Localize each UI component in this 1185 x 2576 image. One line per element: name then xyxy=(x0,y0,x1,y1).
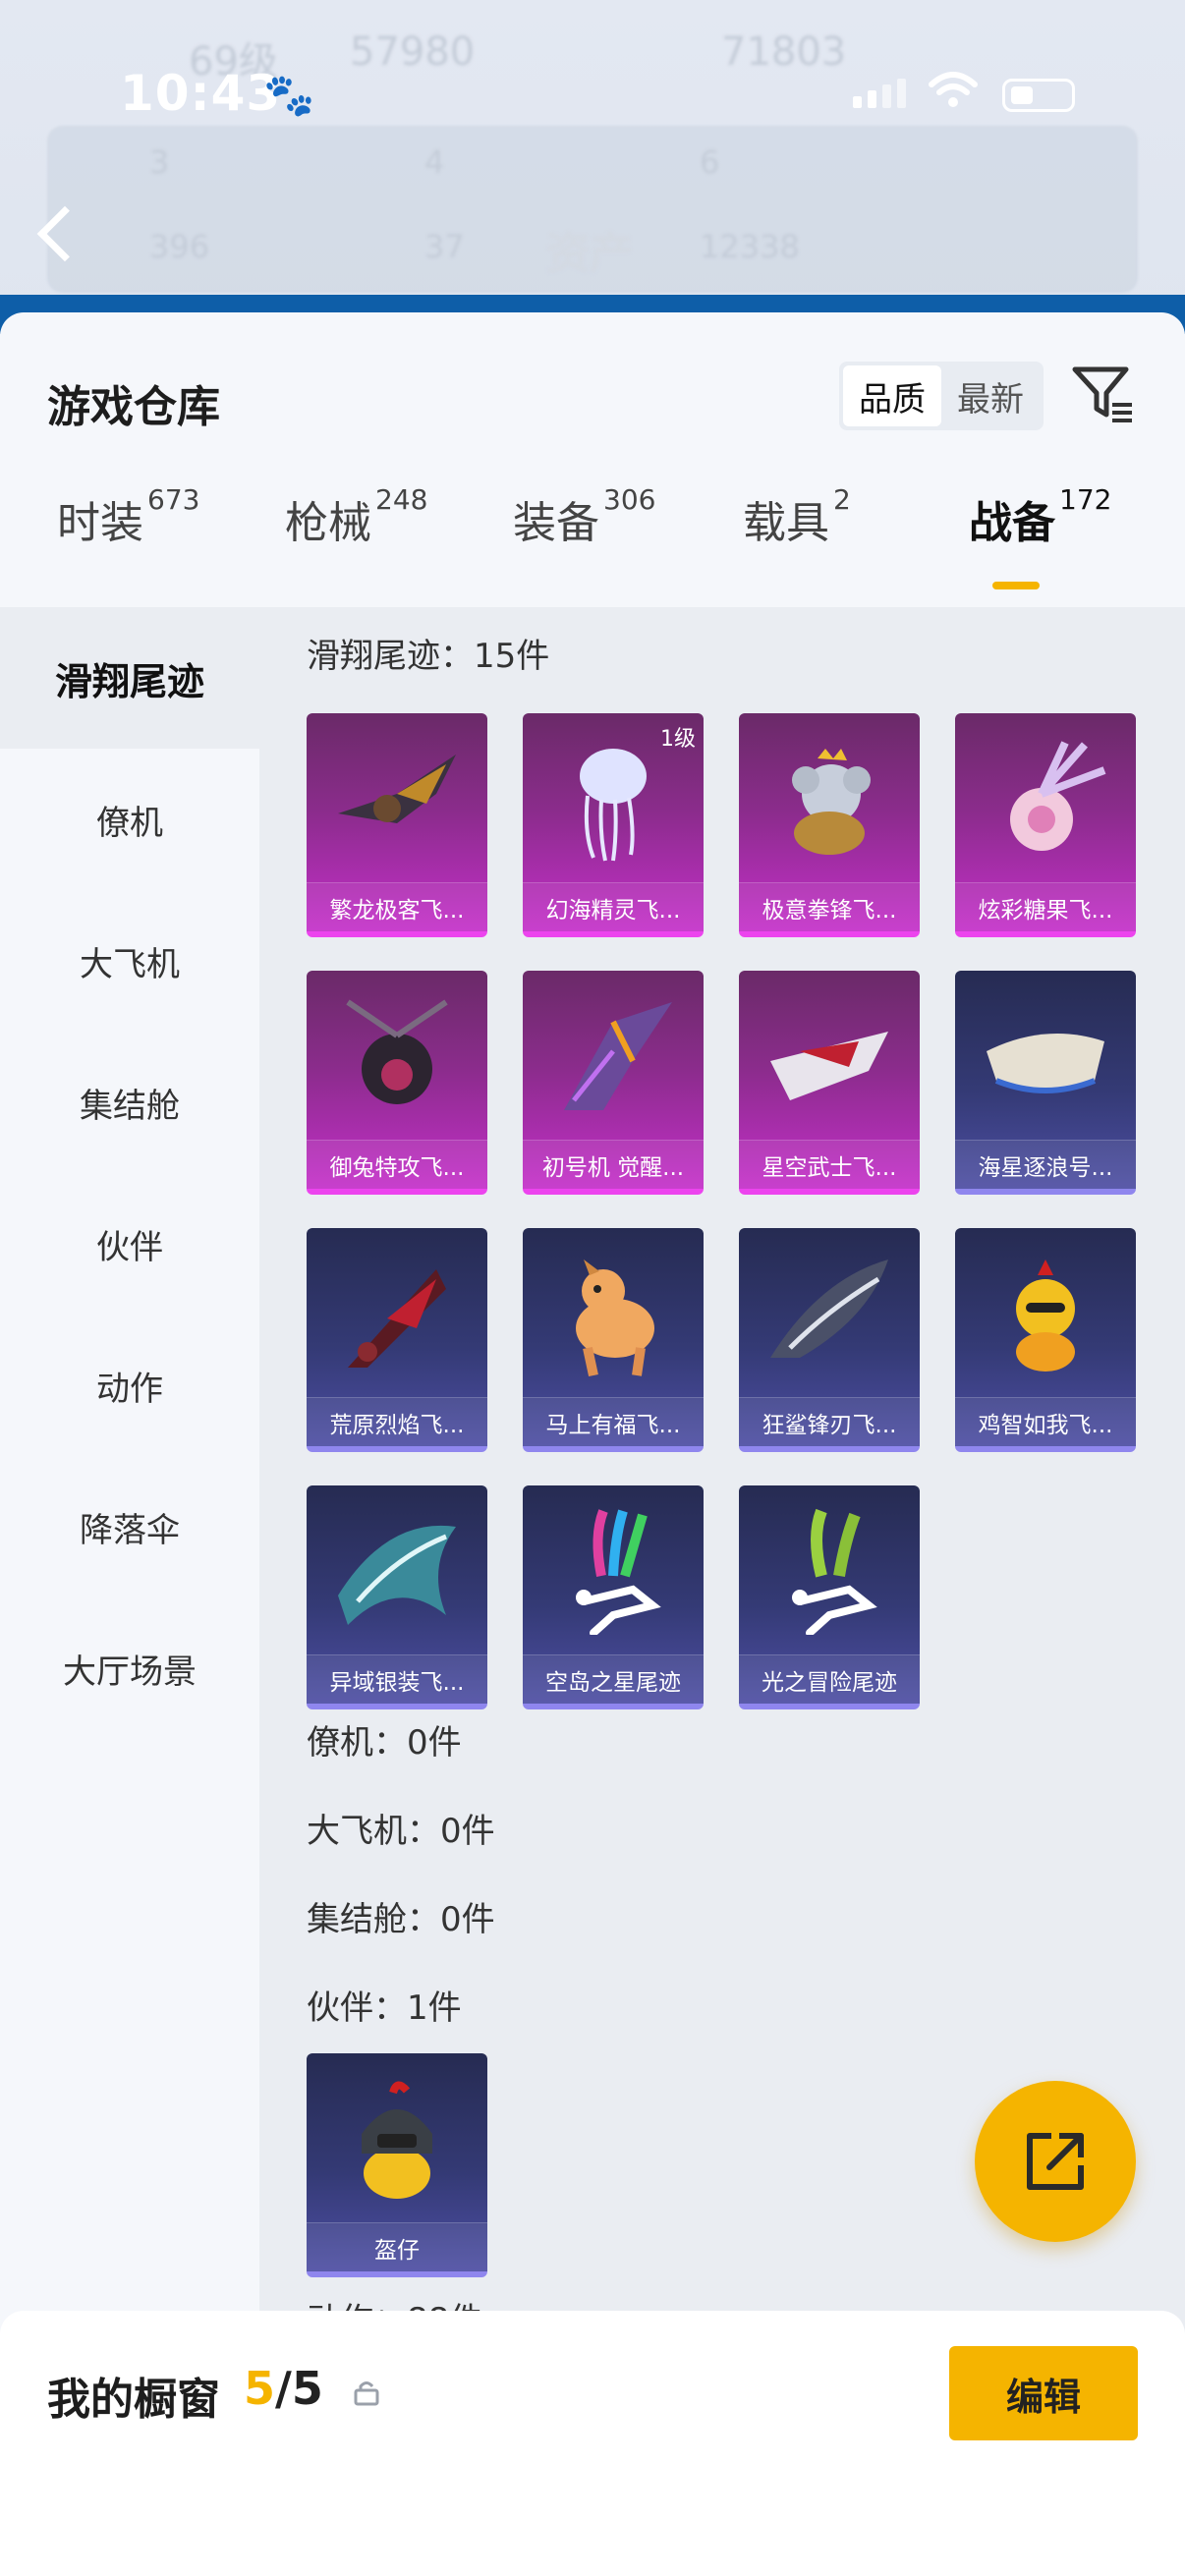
bg-stat-b: 4 xyxy=(424,143,445,181)
jellyfish-glider-icon xyxy=(580,749,647,862)
section-title-partner: 伙伴：1件 xyxy=(307,1988,462,2028)
item-card[interactable]: 空岛之星尾迹 xyxy=(523,1485,704,1709)
chicken-glider-icon xyxy=(1016,1260,1075,1372)
item-card[interactable]: 鸡智如我飞... xyxy=(955,1228,1136,1452)
side-item-action[interactable]: 动作 xyxy=(0,1315,259,1456)
showcase-title: 我的橱窗 xyxy=(47,2375,220,2425)
item-name: 狂鲨锋刃飞... xyxy=(739,1397,920,1446)
item-card[interactable]: 异域银装飞... xyxy=(307,1485,487,1709)
wing-glider-icon xyxy=(338,1525,456,1625)
item-card[interactable]: 繁龙极客飞... xyxy=(307,713,487,937)
item-name: 炫彩糖果飞... xyxy=(955,882,1136,931)
item-name: 幻海精灵飞... xyxy=(523,882,704,931)
side-nav: 滑翔尾迹 僚机 大飞机 集结舱 伙伴 动作 降落伞 大厅场景 xyxy=(0,607,259,2576)
item-name: 鸡智如我飞... xyxy=(955,1397,1136,1446)
tab-vehicles[interactable]: 载具 2 xyxy=(743,483,851,550)
bg-score2-text: 71803 xyxy=(721,29,847,75)
wifi-icon xyxy=(928,71,979,120)
item-card[interactable]: 星空武士飞... xyxy=(739,971,920,1195)
item-name: 极意拳锋飞... xyxy=(739,882,920,931)
item-card[interactable]: 狂鲨锋刃飞... xyxy=(739,1228,920,1452)
koala-glider-icon xyxy=(792,749,871,855)
item-card[interactable]: 初号机 觉醒... xyxy=(523,971,704,1195)
active-tab-indicator xyxy=(992,582,1040,589)
side-item-capsule[interactable]: 集结舱 xyxy=(0,1032,259,1173)
tab-guns[interactable]: 枪械 248 xyxy=(285,483,427,550)
helmet-chick-icon xyxy=(362,2081,432,2199)
item-card[interactable]: 1级幻海精灵飞... xyxy=(523,713,704,937)
rabbit-glider-icon xyxy=(346,999,448,1104)
item-name: 马上有福飞... xyxy=(523,1397,704,1446)
bg-stat-f: 12338 xyxy=(700,228,800,265)
tab-equipment[interactable]: 装备 306 xyxy=(513,483,655,550)
item-card[interactable]: 炫彩糖果飞... xyxy=(955,713,1136,937)
samurai-glider-icon xyxy=(770,1032,888,1100)
edit-button[interactable]: 编辑 xyxy=(949,2346,1138,2440)
side-item-wingman[interactable]: 僚机 xyxy=(0,749,259,890)
item-card[interactable]: 极意拳锋飞... xyxy=(739,713,920,937)
item-name: 繁龙极客飞... xyxy=(307,882,487,931)
item-name: 盔仔 xyxy=(307,2222,487,2271)
horse-glider-icon xyxy=(576,1260,654,1377)
side-item-lobby-scene[interactable]: 大厅场景 xyxy=(0,1597,259,1739)
signal-icon xyxy=(853,79,906,108)
dragon-glider-icon xyxy=(338,755,456,823)
shark-glider-icon xyxy=(770,1260,888,1358)
item-level-badge: 1级 xyxy=(660,727,696,752)
item-name: 海星逐浪号... xyxy=(955,1140,1136,1189)
green-trail-icon xyxy=(792,1508,877,1635)
side-item-glide-trail[interactable]: 滑翔尾迹 xyxy=(0,607,259,749)
share-icon xyxy=(1027,2133,1084,2190)
mecha-glider-icon xyxy=(564,1002,672,1110)
bg-stat-c: 6 xyxy=(700,143,720,181)
rainbow-trail-icon xyxy=(576,1509,661,1635)
side-item-parachute[interactable]: 降落伞 xyxy=(0,1456,259,1597)
bg-stat-d: 396 xyxy=(149,228,210,265)
section-title-glide: 滑翔尾迹：15件 xyxy=(307,637,550,676)
item-name: 异域银装飞... xyxy=(307,1654,487,1704)
item-card[interactable]: 光之冒险尾迹 xyxy=(739,1485,920,1709)
bg-score-text: 57980 xyxy=(350,29,476,75)
item-name: 星空武士飞... xyxy=(739,1140,920,1189)
side-item-partner[interactable]: 伙伴 xyxy=(0,1173,259,1315)
lock-icon xyxy=(354,2381,379,2406)
showcase-bar: 我的橱窗 5/5 编辑 xyxy=(0,2311,1185,2576)
battery-icon xyxy=(1002,79,1075,112)
item-card[interactable]: 马上有福飞... xyxy=(523,1228,704,1452)
sort-quality[interactable]: 品质 xyxy=(843,365,941,426)
section-title-capsule: 集结舱：0件 xyxy=(307,1900,495,1939)
section-title-wingman: 僚机：0件 xyxy=(307,1723,462,1763)
share-button[interactable] xyxy=(975,2081,1136,2242)
bg-stat-a: 3 xyxy=(149,143,170,181)
sort-segment: 品质 最新 xyxy=(839,362,1044,430)
filter-icon[interactable] xyxy=(1069,360,1138,428)
item-name: 光之冒险尾迹 xyxy=(739,1654,920,1704)
side-item-big-plane[interactable]: 大飞机 xyxy=(0,890,259,1032)
paw-icon: 🐾 xyxy=(263,71,315,119)
candy-glider-icon xyxy=(1010,741,1106,851)
sheet-title: 游戏仓库 xyxy=(47,382,220,432)
item-name: 空岛之星尾迹 xyxy=(523,1654,704,1704)
bg-stat-e: 37 xyxy=(424,228,465,265)
item-name: 初号机 觉醒... xyxy=(523,1140,704,1189)
item-card[interactable]: 海星逐浪号... xyxy=(955,971,1136,1195)
item-content: 滑翔尾迹：15件 僚机：0件 大飞机：0件 集结舱：0件 伙伴：1件 动作：88… xyxy=(259,607,1185,2576)
sort-newest[interactable]: 最新 xyxy=(941,365,1040,426)
item-card[interactable]: 荒原烈焰飞... xyxy=(307,1228,487,1452)
item-card[interactable]: 盔仔 xyxy=(307,2053,487,2277)
item-name: 御兔特攻飞... xyxy=(307,1140,487,1189)
tab-tactical[interactable]: 战备 172 xyxy=(969,483,1111,550)
warehouse-sheet: 游戏仓库 品质 最新 时装 673 枪械 248 装备 306 载具 2 战备 172 滑… xyxy=(0,312,1185,2576)
status-time: 10:43 xyxy=(120,65,282,122)
section-title-big-plane: 大飞机：0件 xyxy=(307,1812,495,1851)
showcase-count: 5/5 xyxy=(244,2362,323,2415)
flame-glider-icon xyxy=(348,1269,446,1368)
tab-fashion[interactable]: 时装 673 xyxy=(57,483,199,550)
boat-glider-icon xyxy=(987,1034,1104,1093)
bg-assets-title: 资产 xyxy=(546,229,633,279)
item-name: 荒原烈焰飞... xyxy=(307,1397,487,1446)
item-card[interactable]: 御兔特攻飞... xyxy=(307,971,487,1195)
